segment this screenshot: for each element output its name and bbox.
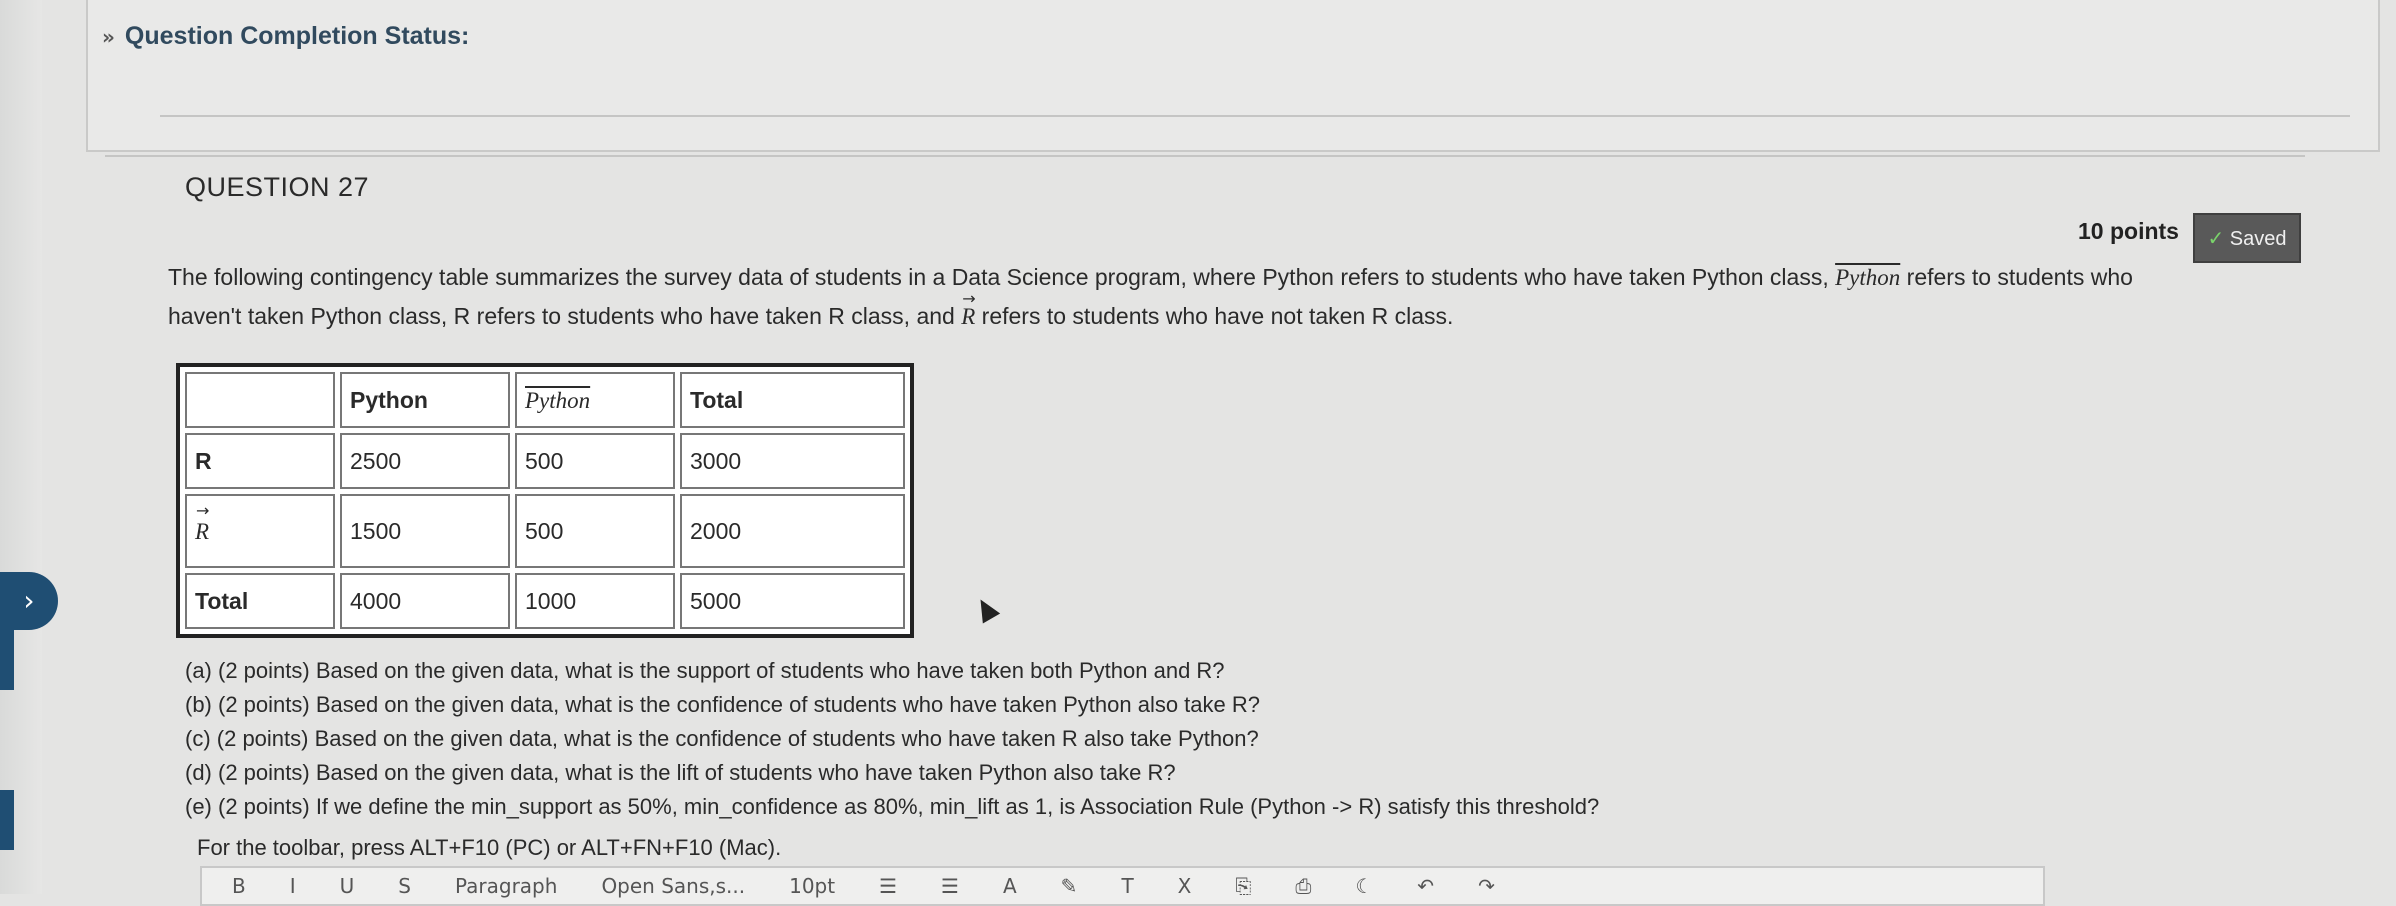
- table-header-row: Python Python Total: [185, 372, 905, 428]
- divider: [105, 155, 2305, 157]
- subquestion-item: (c) (2 points) Based on the given data, …: [185, 726, 1259, 751]
- completion-status-toggle[interactable]: » Question Completion Status:: [102, 22, 469, 51]
- strikethrough-button[interactable]: S: [398, 874, 411, 898]
- paragraph-select[interactable]: Paragraph: [455, 874, 557, 898]
- text-color-icon[interactable]: A: [1003, 874, 1017, 898]
- table-row-label: Total: [185, 573, 335, 629]
- question-points: 10 points: [2078, 218, 2179, 244]
- mouse-cursor-icon: [971, 594, 1001, 624]
- side-edge-mark: [0, 790, 14, 850]
- table-cell: 500: [515, 494, 675, 568]
- redo-icon[interactable]: ↷: [1478, 874, 1495, 898]
- expand-sidebar-button[interactable]: ›: [0, 572, 58, 630]
- paste-icon[interactable]: ⎙: [1295, 874, 1311, 898]
- table-cell: 2000: [680, 494, 905, 568]
- table-cell: 5000: [680, 573, 905, 629]
- table-cell: 1500: [340, 494, 510, 568]
- left-sidebar-strip: [0, 0, 42, 894]
- table-cell: 3000: [680, 433, 905, 489]
- italic-button[interactable]: I: [290, 874, 296, 898]
- clear-format-icon[interactable]: T: [1121, 874, 1133, 898]
- subquestion-item: (d) (2 points) Based on the given data, …: [185, 760, 1176, 785]
- bullet-list-icon[interactable]: ☰: [879, 874, 897, 898]
- subquestions-list: (a) (2 points) Based on the given data, …: [185, 654, 1599, 824]
- divider: [160, 115, 2350, 117]
- underline-button[interactable]: U: [340, 874, 355, 898]
- subquestion-item: (a) (2 points) Based on the given data, …: [185, 658, 1225, 683]
- intro-text: haven't taken Python class, R refers to …: [168, 303, 955, 329]
- r-vector-term: R: [961, 280, 975, 336]
- copy-icon[interactable]: ⎘: [1235, 874, 1251, 898]
- numbered-list-icon[interactable]: ☰: [941, 874, 959, 898]
- subquestion-item: (b) (2 points) Based on the given data, …: [185, 692, 1260, 717]
- table-cell: 2500: [340, 433, 510, 489]
- intro-text: refers to students who: [1906, 264, 2133, 290]
- table-cell: 500: [515, 433, 675, 489]
- chevron-down-icon: »: [102, 24, 115, 49]
- table-cell: 4000: [340, 573, 510, 629]
- table-header-cell: [185, 372, 335, 428]
- question-title: QUESTION 27: [185, 172, 370, 202]
- table-cell: 1000: [515, 573, 675, 629]
- table-row: R 1500 500 2000: [185, 494, 905, 568]
- table-header-cell: Python: [340, 372, 510, 428]
- toolbar-hint: For the toolbar, press ALT+F10 (PC) or A…: [197, 835, 782, 860]
- completion-status-title: Question Completion Status:: [124, 22, 470, 50]
- table-row: R 2500 500 3000: [185, 433, 905, 489]
- link-icon[interactable]: ☾: [1355, 874, 1373, 898]
- contingency-table: Python Python Total R 2500 500 3000 R 15…: [176, 363, 914, 638]
- subscript-icon[interactable]: X: [1178, 874, 1192, 898]
- saved-badge: ✓ Saved: [2193, 213, 2301, 263]
- intro-text: refers to students who have not taken R …: [981, 303, 1454, 329]
- table-row: Total 4000 1000 5000: [185, 573, 905, 629]
- question-text: The following contingency table summariz…: [168, 258, 2278, 336]
- check-icon: ✓: [2207, 226, 2225, 250]
- table-row-label: R: [195, 501, 209, 545]
- subquestion-item: (e) (2 points) If we define the min_supp…: [185, 794, 1600, 819]
- table-header-cell: Total: [680, 372, 905, 428]
- saved-label: Saved: [2229, 228, 2287, 250]
- table-row-label: R: [185, 433, 335, 489]
- editor-toolbar: B I U S Paragraph Open Sans,s... 10pt ☰ …: [200, 866, 2045, 906]
- font-select[interactable]: Open Sans,s...: [601, 874, 745, 898]
- font-size-select[interactable]: 10pt: [789, 874, 835, 898]
- intro-text: The following contingency table summariz…: [168, 264, 1829, 290]
- bold-button[interactable]: B: [232, 874, 246, 898]
- table-header-cell: Python: [525, 387, 591, 413]
- highlight-icon[interactable]: ✎: [1061, 874, 1078, 898]
- python-bar-term: Python: [1835, 265, 1901, 290]
- undo-icon[interactable]: ↶: [1417, 874, 1434, 898]
